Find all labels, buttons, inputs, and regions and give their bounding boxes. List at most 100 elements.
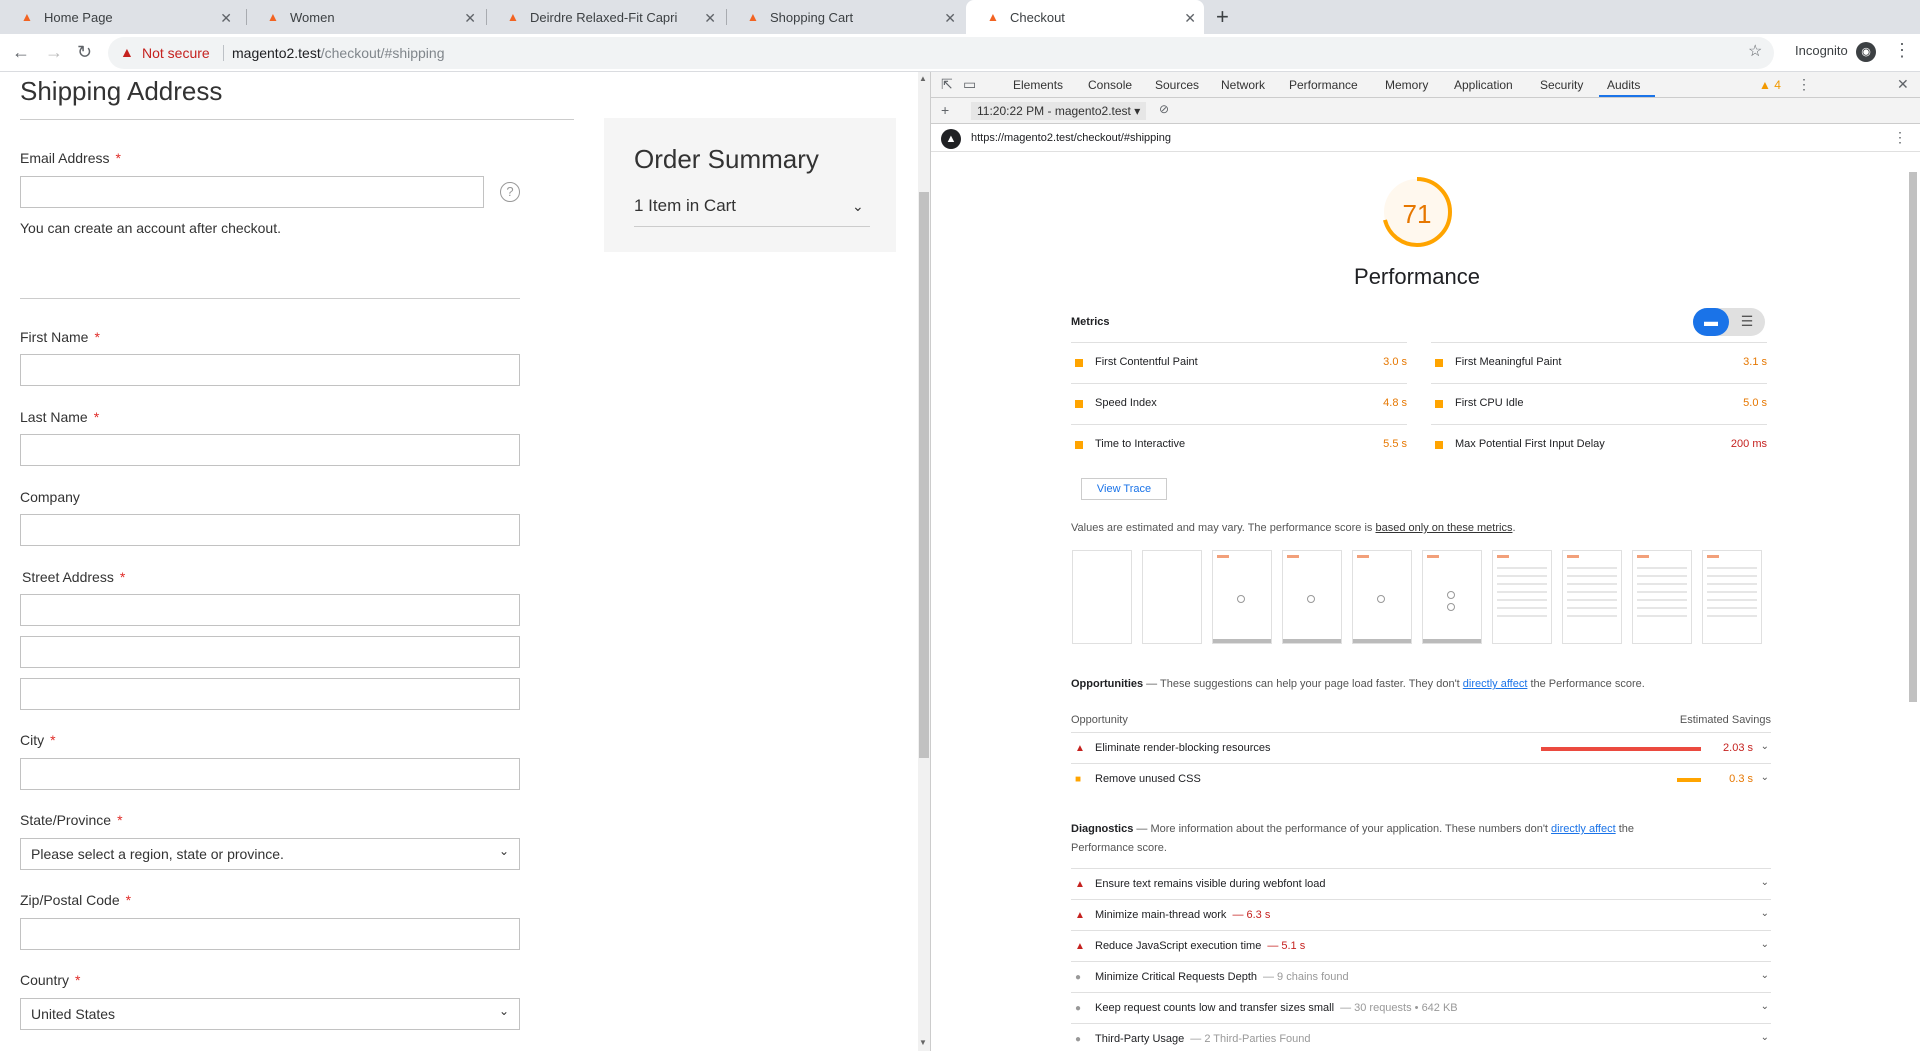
chevron-down-icon[interactable]: ⌄ — [1761, 1001, 1769, 1012]
chevron-down-icon[interactable]: ⌄ — [852, 198, 864, 215]
tab-performance[interactable]: Performance — [1289, 78, 1358, 92]
close-tab-icon[interactable]: ✕ — [704, 10, 716, 27]
filmstrip-frame — [1632, 550, 1692, 644]
order-summary-title: Order Summary — [634, 144, 819, 174]
tab-console[interactable]: Console — [1088, 78, 1132, 92]
forward-icon[interactable]: → — [45, 42, 63, 63]
audit-run-select[interactable]: 11:20:22 PM - magento2.test ▾ — [971, 102, 1147, 120]
tab-title: Women — [290, 9, 335, 25]
report-scrollbar-thumb[interactable] — [1909, 172, 1917, 702]
last-name-field[interactable] — [20, 434, 520, 466]
filmstrip-frame — [1352, 550, 1412, 644]
chevron-down-icon[interactable]: ⌄ — [1761, 1032, 1769, 1043]
page-scrollbar-thumb[interactable] — [919, 192, 929, 758]
chevron-down-icon[interactable]: ⌄ — [1761, 908, 1769, 919]
diagnostic-row[interactable]: ● Third-Party Usage — 2 Third-Parties Fou… — [1071, 1023, 1771, 1054]
directly-affect-link[interactable]: directly affect — [1463, 678, 1528, 690]
not-secure-label[interactable]: Not secure — [142, 45, 210, 61]
close-tab-icon[interactable]: ✕ — [464, 10, 476, 27]
tab-elements[interactable]: Elements — [1013, 78, 1063, 92]
email-field[interactable] — [20, 176, 484, 208]
report-url[interactable]: https://magento2.test/checkout/#shipping — [971, 132, 1171, 144]
close-tab-icon[interactable]: ✕ — [944, 10, 956, 27]
metrics-view-toggle[interactable]: ▬ ☰ — [1693, 308, 1765, 336]
first-name-field[interactable] — [20, 354, 520, 386]
browser-menu-icon[interactable]: ⋮ — [1893, 40, 1911, 61]
opportunity-columns: Opportunity Estimated Savings — [1071, 714, 1771, 726]
tab-women[interactable]: ▲ Women ✕ — [246, 0, 484, 34]
tab-security[interactable]: Security — [1540, 78, 1583, 92]
street-line-1-field[interactable] — [20, 594, 520, 626]
metric-row: First Contentful Paint 3.0 s — [1071, 342, 1407, 382]
url-text[interactable]: magento2.test/checkout/#shipping — [232, 45, 445, 61]
tab-shopping-cart[interactable]: ▲ Shopping Cart ✕ — [726, 0, 964, 34]
tab-deirdre-capri[interactable]: ▲ Deirdre Relaxed-Fit Capri ✕ — [486, 0, 724, 34]
metric-row: First Meaningful Paint 3.1 s — [1431, 342, 1767, 382]
magento-favicon-icon: ▲ — [507, 10, 519, 24]
expanded-view-icon[interactable]: ☰ — [1729, 308, 1765, 336]
scroll-down-icon[interactable]: ▼ — [919, 1038, 927, 1047]
diagnostic-row[interactable]: ▲ Minimize main-thread work — 6.3 s ⌄ — [1071, 899, 1771, 930]
tab-home-page[interactable]: ▲ Home Page ✕ — [0, 0, 240, 34]
close-tab-icon[interactable]: ✕ — [1184, 10, 1196, 27]
tab-memory[interactable]: Memory — [1385, 78, 1428, 92]
company-field[interactable] — [20, 514, 520, 546]
cart-items-toggle[interactable]: 1 Item in Cart — [634, 196, 736, 216]
reload-icon[interactable]: ↻ — [77, 42, 92, 63]
chevron-down-icon[interactable]: ⌄ — [1761, 970, 1769, 981]
clear-icon[interactable]: ⊘ — [1159, 102, 1169, 116]
compact-view-icon[interactable]: ▬ — [1693, 308, 1729, 336]
opportunity-row[interactable]: ■ Remove unused CSS 0.3 s ⌄ — [1071, 763, 1771, 794]
warnings-counter[interactable]: ▲ 4 — [1759, 78, 1781, 92]
incognito-icon[interactable]: ◉ — [1856, 42, 1876, 62]
tab-network[interactable]: Network — [1221, 78, 1265, 92]
tab-checkout[interactable]: ▲ Checkout ✕ — [966, 0, 1204, 34]
report-header: ▲ https://magento2.test/checkout/#shippi… — [931, 124, 1920, 152]
chevron-down-icon[interactable]: ⌄ — [1761, 772, 1769, 783]
directly-affect-link[interactable]: directly affect — [1551, 823, 1616, 835]
tab-audits[interactable]: Audits — [1607, 78, 1640, 92]
diagnostic-row[interactable]: ▲ Ensure text remains visible during web… — [1071, 868, 1771, 899]
diagnostic-row[interactable]: ▲ Reduce JavaScript execution time — 5.1 … — [1071, 930, 1771, 961]
address-bar[interactable]: ▲ Not secure magento2.test/checkout/#shi… — [108, 37, 1774, 69]
country-select[interactable]: United States ⌄ — [20, 998, 520, 1030]
chevron-down-icon[interactable]: ⌄ — [1761, 877, 1769, 888]
zip-field[interactable] — [20, 918, 520, 950]
diagnostic-row[interactable]: ● Minimize Critical Requests Depth — 9 ch… — [1071, 961, 1771, 992]
help-icon[interactable]: ? — [500, 182, 520, 202]
filmstrip-frame — [1702, 550, 1762, 644]
bookmark-star-icon[interactable]: ☆ — [1748, 41, 1762, 61]
inspect-element-icon[interactable]: ⇱ — [941, 76, 953, 93]
devtools-panel: ⇱ ▭ Elements Console Sources Network Per… — [930, 72, 1920, 1051]
report-menu-icon[interactable]: ⋮ — [1893, 129, 1907, 146]
street-line-3-field[interactable] — [20, 678, 520, 710]
close-tab-icon[interactable]: ✕ — [220, 10, 232, 27]
new-audit-icon[interactable]: + — [941, 102, 949, 118]
info-circle-icon: ● — [1075, 972, 1082, 983]
city-field[interactable] — [20, 758, 520, 790]
devtools-menu-icon[interactable]: ⋮ — [1797, 76, 1811, 93]
filmstrip-frame — [1562, 550, 1622, 644]
diagnostic-row[interactable]: ● Keep request counts low and transfer s… — [1071, 992, 1771, 1023]
view-trace-button[interactable]: View Trace — [1081, 478, 1167, 500]
browser-toolbar: ← → ↻ ▲ Not secure magento2.test/checkou… — [0, 34, 1920, 72]
metric-row: Speed Index 4.8 s — [1071, 383, 1407, 423]
chevron-down-icon[interactable]: ⌄ — [1761, 741, 1769, 752]
metrics-link[interactable]: based only on these metrics — [1375, 522, 1512, 534]
devtools-tabbar: ⇱ ▭ Elements Console Sources Network Per… — [931, 72, 1920, 98]
scroll-up-icon[interactable]: ▲ — [919, 74, 927, 83]
tab-application[interactable]: Application — [1454, 78, 1513, 92]
opportunity-row[interactable]: ▲ Eliminate render-blocking resources 2.… — [1071, 732, 1771, 763]
back-icon[interactable]: ← — [12, 42, 30, 63]
performance-score: 71 — [1402, 199, 1432, 229]
chevron-down-icon[interactable]: ⌄ — [1761, 939, 1769, 950]
street-line-2-field[interactable] — [20, 636, 520, 668]
device-toolbar-icon[interactable]: ▭ — [963, 76, 976, 93]
filmstrip-frame — [1492, 550, 1552, 644]
average-square-icon: ■ — [1075, 774, 1082, 785]
close-devtools-icon[interactable]: ✕ — [1897, 76, 1909, 93]
new-tab-icon[interactable]: + — [1216, 4, 1229, 30]
tab-sources[interactable]: Sources — [1155, 78, 1199, 92]
state-select[interactable]: Please select a region, state or provinc… — [20, 838, 520, 870]
order-summary: Order Summary 1 Item in Cart ⌄ — [604, 118, 896, 252]
